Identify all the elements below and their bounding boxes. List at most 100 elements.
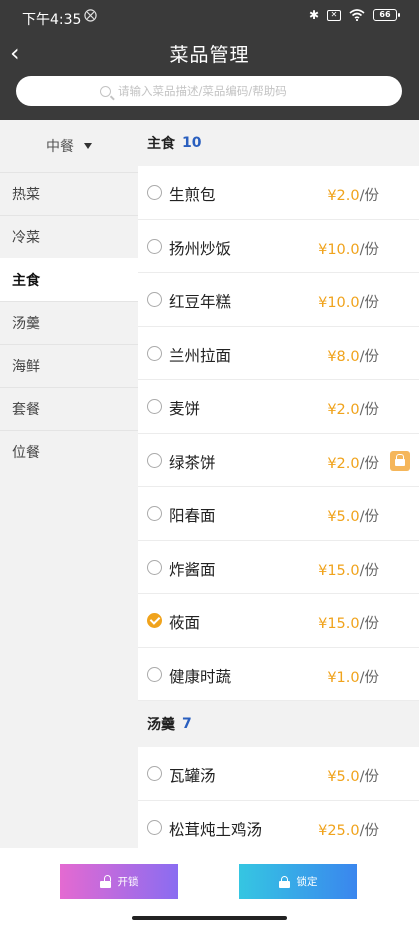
dish-name: 瓦罐汤 — [169, 767, 216, 785]
dish-sections: 主食 10 生煎包 ¥2.0/份 扬州炒饭 ¥10.0/份 红豆年糕 ¥10.0/份 兰州拉面 ¥… — [138, 120, 419, 848]
sidebar-item[interactable]: 套餐 — [0, 387, 138, 430]
sidebar-item[interactable]: 汤羹 — [0, 301, 138, 344]
dish-name: 扬州炒饭 — [169, 239, 232, 258]
radio-icon[interactable] — [147, 345, 162, 361]
checked-radio-icon[interactable] — [147, 613, 162, 628]
unlock-button[interactable]: 开锁 — [60, 864, 178, 899]
status-bar: 下午4:35 ⨂ ✱ ✕ 66 — [0, 0, 419, 34]
sidebar-list: 热菜 冷菜 主食 汤羹 海鲜 套餐 位餐 — [0, 172, 138, 473]
mute-icon: ⨂ — [84, 8, 97, 23]
sidebar-item[interactable]: 位餐 — [0, 430, 138, 473]
search-bar[interactable] — [16, 76, 402, 106]
dish-row[interactable]: 生煎包 ¥2.0/份 — [138, 166, 419, 220]
status-icons: ✱ ✕ 66 — [308, 8, 400, 22]
app-header: ‹ 菜品管理 — [0, 34, 419, 120]
dish-price-unit: /份 — [359, 455, 379, 472]
dish-price-value: ¥5.0 — [327, 769, 360, 785]
dish-price: ¥2.0/份 — [327, 398, 379, 419]
bottom-action-bar: 开锁 锁定 — [0, 848, 419, 934]
dish-price: ¥5.0/份 — [327, 505, 379, 526]
radio-icon[interactable] — [147, 819, 162, 835]
dish-name: 健康时蔬 — [169, 667, 232, 686]
dish-price-value: ¥1.0 — [327, 669, 360, 686]
sidebar-item[interactable]: 主食 — [0, 258, 138, 301]
radio-icon[interactable] — [147, 452, 162, 468]
category-dropdown[interactable]: 中餐 — [0, 120, 138, 172]
dish-price-unit: /份 — [359, 402, 379, 418]
dish-price-unit: /份 — [359, 295, 379, 311]
bluetooth-icon: ✱ — [308, 8, 319, 22]
dish-price: ¥15.0/份 — [318, 612, 379, 633]
dish-price-value: ¥2.0 — [327, 402, 360, 418]
category-sidebar: 中餐 热菜 冷菜 主食 汤羹 海鲜 套餐 位餐 — [0, 120, 138, 848]
section-header: 主食 10 — [138, 120, 419, 166]
dish-row[interactable]: 兰州拉面 ¥8.0/份 — [138, 326, 419, 380]
status-time: 下午4:35 — [22, 12, 82, 28]
radio-icon[interactable] — [147, 399, 162, 414]
dish-row[interactable]: 炸酱面 ¥15.0/份 — [138, 540, 419, 594]
dish-row[interactable]: 红豆年糕 ¥10.0/份 — [138, 273, 419, 327]
dish-price-value: ¥8.0 — [327, 348, 360, 365]
dish-price: ¥2.0/份 — [327, 452, 379, 473]
section-count: 7 — [182, 716, 192, 732]
lock-button[interactable]: 锁定 — [239, 864, 357, 899]
dish-row[interactable]: 瓦罐汤 ¥5.0/份 — [138, 747, 419, 801]
dish-row[interactable]: 阳春面 ¥5.0/份 — [138, 487, 419, 541]
dish-row[interactable]: 健康时蔬 ¥1.0/份 — [138, 647, 419, 701]
dish-price-unit: /份 — [359, 822, 379, 839]
sidebar-item[interactable]: 海鲜 — [0, 344, 138, 387]
dish-price-unit: /份 — [359, 188, 379, 204]
dish-price: ¥10.0/份 — [318, 238, 379, 259]
battery-icon: 66 — [373, 9, 400, 21]
category-dropdown-label: 中餐 — [46, 139, 74, 155]
dish-name: 松茸炖土鸡汤 — [169, 820, 263, 839]
lock-button-label: 锁定 — [296, 876, 318, 888]
section-title: 主食 — [147, 136, 175, 152]
unlock-button-label: 开锁 — [117, 876, 139, 888]
dish-price-value: ¥5.0 — [327, 509, 360, 525]
page-title: 菜品管理 — [169, 44, 250, 66]
dish-price-value: ¥10.0 — [318, 295, 360, 311]
dish-price-value: ¥15.0 — [318, 616, 360, 632]
dish-price-unit: /份 — [359, 769, 379, 785]
dish-price-value: ¥25.0 — [318, 822, 360, 839]
wifi-icon — [349, 9, 365, 21]
dish-row[interactable]: 松茸炖土鸡汤 ¥25.0/份 — [138, 800, 419, 848]
section-title: 汤羹 — [147, 717, 175, 733]
dish-price-value: ¥10.0 — [318, 241, 360, 258]
dish-price-unit: /份 — [359, 616, 379, 632]
radio-icon[interactable] — [147, 666, 162, 682]
dish-price-value: ¥2.0 — [327, 455, 360, 472]
section-header: 汤羹 7 — [138, 701, 419, 747]
dish-row[interactable]: 麦饼 ¥2.0/份 — [138, 380, 419, 434]
dish-name: 生煎包 — [169, 186, 216, 204]
dish-name: 莜面 — [169, 614, 201, 632]
dish-price-unit: /份 — [359, 562, 379, 579]
dish-name: 阳春面 — [169, 507, 216, 525]
dish-price: ¥8.0/份 — [327, 345, 379, 366]
radio-icon[interactable] — [147, 238, 162, 254]
dish-price-unit: /份 — [359, 241, 379, 258]
search-icon — [100, 85, 111, 97]
radio-icon[interactable] — [147, 292, 162, 307]
dish-price-unit: /份 — [359, 348, 379, 365]
dish-list-panel: 主食 10 生煎包 ¥2.0/份 扬州炒饭 ¥10.0/份 红豆年糕 ¥10.0/份 兰州拉面 ¥… — [138, 120, 419, 848]
radio-icon[interactable] — [147, 766, 162, 781]
dish-price-unit: /份 — [359, 669, 379, 686]
dish-row[interactable]: 绿茶饼 ¥2.0/份 — [138, 433, 419, 487]
search-input[interactable] — [118, 84, 318, 98]
radio-icon[interactable] — [147, 185, 162, 200]
dish-price-value: ¥2.0 — [327, 188, 360, 204]
unlock-icon — [99, 874, 111, 888]
dish-row[interactable]: 莜面 ¥15.0/份 — [138, 594, 419, 648]
dish-name: 红豆年糕 — [169, 293, 232, 311]
radio-icon[interactable] — [147, 506, 162, 521]
dish-row[interactable]: 扬州炒饭 ¥10.0/份 — [138, 219, 419, 273]
sim-icon: ✕ — [327, 9, 341, 21]
dish-name: 绿茶饼 — [169, 453, 216, 472]
sidebar-item[interactable]: 热菜 — [0, 172, 138, 215]
dish-price: ¥5.0/份 — [327, 765, 379, 786]
dish-name: 兰州拉面 — [169, 346, 232, 365]
sidebar-item[interactable]: 冷菜 — [0, 215, 138, 258]
radio-icon[interactable] — [147, 559, 162, 575]
